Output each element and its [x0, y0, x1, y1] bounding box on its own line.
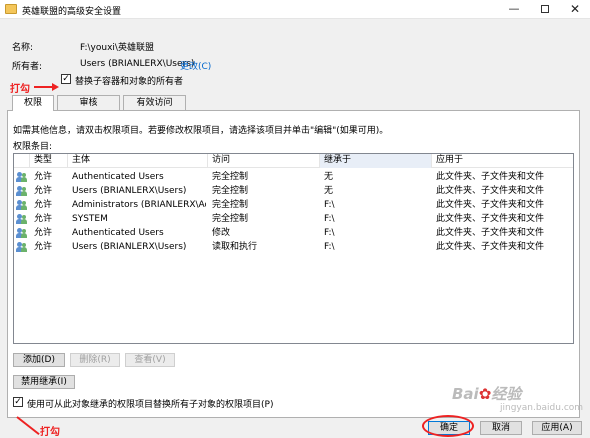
- cell-principal: Authenticated Users: [72, 172, 164, 182]
- cell-principal: Users (BRIANLERX\Users): [72, 242, 187, 252]
- user-group-icon: [16, 214, 28, 224]
- annotation-top: 打勾: [10, 84, 30, 95]
- arrow-bottom-line: [16, 416, 40, 436]
- user-group-icon: [16, 172, 28, 182]
- column-principal[interactable]: 主体: [68, 154, 208, 168]
- cell-principal: Administrators (BRIANLERX\Ad...: [72, 200, 206, 210]
- maximize-icon: [541, 5, 549, 13]
- table-row[interactable]: 允许 Users (BRIANLERX\Users) 完全控制 无 此文件夹、子…: [14, 184, 573, 198]
- table-row[interactable]: 允许 SYSTEM 完全控制 F:\ 此文件夹、子文件夹和文件: [14, 212, 573, 226]
- column-inherited-from[interactable]: 继承于: [320, 154, 432, 168]
- annotation-bottom: 打勾: [40, 427, 60, 438]
- entries-label: 权限条目:: [13, 142, 53, 152]
- cell-inherited-from: 无: [324, 172, 334, 182]
- replace-owner-checkbox[interactable]: ✓: [61, 74, 71, 84]
- remove-button[interactable]: 删除(R): [70, 353, 120, 367]
- cell-principal: Authenticated Users: [72, 228, 164, 238]
- apply-button[interactable]: 应用(A): [532, 421, 582, 435]
- column-access[interactable]: 访问: [208, 154, 320, 168]
- cancel-button[interactable]: 取消: [480, 421, 522, 435]
- name-value: F:\youxi\英雄联盟: [80, 43, 154, 53]
- cell-type: 允许: [34, 214, 53, 224]
- list-header: 类型 主体 访问 继承于 应用于: [14, 154, 573, 168]
- disable-inheritance-button[interactable]: 禁用继承(I): [13, 375, 75, 389]
- folder-icon: [5, 4, 17, 14]
- cell-access: 完全控制: [212, 172, 249, 182]
- cell-principal: SYSTEM: [72, 214, 108, 224]
- cell-type: 允许: [34, 186, 53, 196]
- owner-value: Users (BRIANLERX\Users): [80, 59, 195, 69]
- view-button[interactable]: 查看(V): [125, 353, 175, 367]
- cell-applies-to: 此文件夹、子文件夹和文件: [436, 214, 545, 224]
- cell-applies-to: 此文件夹、子文件夹和文件: [436, 242, 545, 252]
- cell-inherited-from: F:\: [324, 214, 335, 224]
- cell-access: 修改: [212, 228, 231, 238]
- user-group-icon: [16, 242, 28, 252]
- replace-owner-label: 替换子容器和对象的所有者: [75, 77, 184, 87]
- cell-inherited-from: 无: [324, 186, 334, 196]
- baidu-watermark: Bai✿经验: [452, 383, 521, 404]
- user-group-icon: [16, 186, 28, 196]
- column-applies-to[interactable]: 应用于: [432, 154, 573, 168]
- cell-access: 读取和执行: [212, 242, 258, 252]
- cell-type: 允许: [34, 228, 53, 238]
- maximize-button[interactable]: [534, 1, 556, 17]
- cell-access: 完全控制: [212, 200, 249, 210]
- watermark-tail: 经验: [491, 385, 522, 403]
- cell-inherited-from: F:\: [324, 200, 335, 210]
- title-bar: 英雄联盟的高级安全设置 — ✕: [0, 0, 590, 19]
- column-icon: [14, 154, 30, 168]
- table-row[interactable]: 允许 Authenticated Users 修改 F:\ 此文件夹、子文件夹和…: [14, 226, 573, 240]
- tab-auditing[interactable]: 审核: [57, 95, 120, 110]
- add-button[interactable]: 添加(D): [13, 353, 65, 367]
- replace-child-permissions-checkbox[interactable]: ✓: [13, 397, 23, 407]
- watermark-text: Bai: [452, 385, 479, 403]
- window-title: 英雄联盟的高级安全设置: [22, 7, 122, 17]
- paw-icon: ✿: [478, 385, 492, 403]
- instruction-text: 如需其他信息，请双击权限项目。若要修改权限项目，请选择该项目并单击"编辑"(如果…: [13, 126, 389, 136]
- cell-applies-to: 此文件夹、子文件夹和文件: [436, 186, 545, 196]
- name-label: 名称:: [12, 43, 34, 53]
- cell-applies-to: 此文件夹、子文件夹和文件: [436, 228, 545, 238]
- arrow-top-line: [34, 86, 53, 88]
- user-group-icon: [16, 228, 28, 238]
- minimize-button[interactable]: —: [503, 1, 525, 17]
- cell-inherited-from: F:\: [324, 228, 335, 238]
- tab-effective-access[interactable]: 有效访问: [123, 95, 186, 110]
- cell-principal: Users (BRIANLERX\Users): [72, 186, 187, 196]
- column-type[interactable]: 类型: [30, 154, 68, 168]
- close-button[interactable]: ✕: [564, 1, 586, 17]
- arrow-top-head: [52, 83, 59, 91]
- owner-label: 所有者:: [12, 62, 43, 72]
- tab-permissions[interactable]: 权限: [12, 95, 54, 111]
- cell-access: 完全控制: [212, 186, 249, 196]
- replace-child-permissions-label: 使用可从此对象继承的权限项目替换所有子对象的权限项目(P): [27, 400, 274, 410]
- annotation-circle: [422, 415, 474, 437]
- change-owner-link[interactable]: 更改(C): [180, 59, 211, 72]
- cell-applies-to: 此文件夹、子文件夹和文件: [436, 172, 545, 182]
- cell-type: 允许: [34, 242, 53, 252]
- table-row[interactable]: 允许 Users (BRIANLERX\Users) 读取和执行 F:\ 此文件…: [14, 240, 573, 254]
- watermark-url: jingyan.baidu.com: [500, 403, 584, 413]
- table-row[interactable]: 允许 Authenticated Users 完全控制 无 此文件夹、子文件夹和…: [14, 170, 573, 184]
- cell-access: 完全控制: [212, 214, 249, 224]
- table-row[interactable]: 允许 Administrators (BRIANLERX\Ad... 完全控制 …: [14, 198, 573, 212]
- cell-applies-to: 此文件夹、子文件夹和文件: [436, 200, 545, 210]
- cell-type: 允许: [34, 200, 53, 210]
- permission-entries-list[interactable]: 类型 主体 访问 继承于 应用于 允许 Authenticated Users …: [13, 153, 574, 344]
- user-group-icon: [16, 200, 28, 210]
- cell-type: 允许: [34, 172, 53, 182]
- cell-inherited-from: F:\: [324, 242, 335, 252]
